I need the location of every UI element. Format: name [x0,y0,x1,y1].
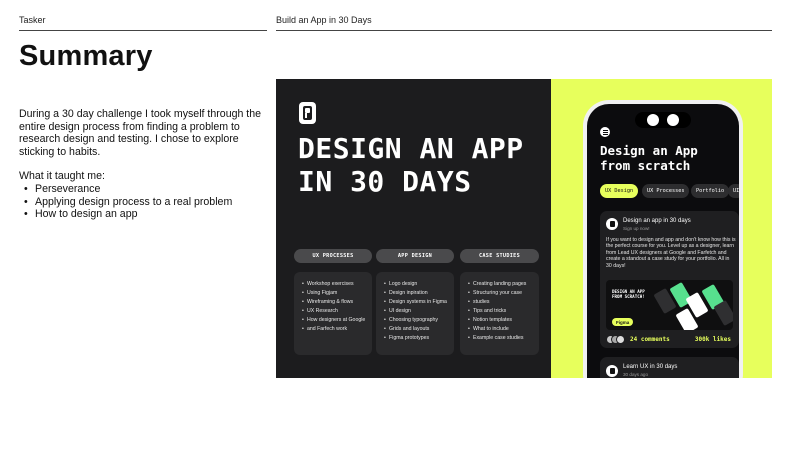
chip-portfolio: Portfolio [691,184,730,198]
list-item: How to design an app [24,208,267,221]
column-label-ux-processes: UX PROCESSES [294,249,372,263]
project-name: Tasker [19,15,46,25]
list-item: Grids and layouts [384,325,448,334]
list-item: Creating landing pages [468,280,533,289]
list-item: and Farfech work [302,325,366,334]
post-title: Learn UX in 30 days [623,364,678,370]
camera-icon [635,112,691,128]
list-item: What to include [468,325,533,334]
hero-image: DESIGN AN APP IN 30 DAYS UX PROCESSES AP… [276,79,772,378]
phone-mockup: Design an App from scratch UX Design UX … [583,100,743,378]
post-subtitle: Sign up now! [623,226,650,231]
list-item: Figma prototypes [384,334,448,343]
list-item: Using Figjam [302,289,366,298]
column-card-app-design: Logo design Design inpiration Design sys… [376,272,454,355]
chip-ui: UI [728,184,739,198]
avatar-group [606,335,626,344]
header-divider-left [19,30,267,31]
comments-count: 24 comments [630,336,670,343]
list-item: UI design [384,307,448,316]
list-item: Example case studies [468,334,533,343]
thumbnail-text: DESIGN AN APP FROM SCRATCH! [612,289,645,299]
avatar [606,365,618,377]
phone-screen: Design an App from scratch UX Design UX … [587,104,739,378]
chip-ux-processes: UX Processes [642,184,690,198]
list-item: How designers at Google [302,316,366,325]
list-item: Design inpiration [384,289,448,298]
summary-text: During a 30 day challenge I took myself … [19,108,267,221]
likes-count: 300k likes [694,336,731,343]
menu-icon [600,127,610,137]
section-name: Build an App in 30 Days [276,15,372,25]
chip-ux-design: UX Design [600,184,639,198]
app-logo-icon [299,102,316,124]
list-item: Design systems in Figma [384,298,448,307]
list-item: Choosing typography [384,316,448,325]
column-card-ux-processes: Workshop exercises Using Figjam Wirefram… [294,272,372,355]
post-thumbnail: DESIGN AN APP FROM SCRATCH! Figma [606,280,733,330]
phone-title: Design an App from scratch [600,143,698,173]
hero-accent-panel: Design an App from scratch UX Design UX … [551,79,772,378]
hero-title: DESIGN AN APP IN 30 DAYS [298,132,524,198]
post-subtitle: 30 days ago [623,372,649,377]
list-item: Perseverance [24,183,267,196]
avatar [606,218,618,230]
post-card: Learn UX in 30 days 30 days ago [600,357,739,378]
list-item: Workshop exercises [302,280,366,289]
thumbnail-tile [713,299,733,327]
taught-heading: What it taught me: [19,170,105,183]
list-item: Logo design [384,280,448,289]
column-label-case-studies: CASE STUDIES [460,249,539,263]
post-body: If you want to design and app and don't … [606,237,736,269]
list-item: Applying design process to a real proble… [24,196,267,209]
list-item: UX Research [302,307,366,316]
page-title: Summary [19,40,153,72]
post-title: Design an app in 30 days [623,218,691,224]
list-item: Structuring your case [468,289,533,298]
figma-badge: Figma [612,318,634,326]
column-label-app-design: APP DESIGN [376,249,454,263]
hero-dark-panel: DESIGN AN APP IN 30 DAYS UX PROCESSES AP… [276,79,551,378]
list-item: Wireframing & flows [302,298,366,307]
list-item: studies [468,298,533,307]
taught-list: Perseverance Applying design process to … [19,183,267,221]
column-card-case-studies: Creating landing pages Structuring your … [460,272,539,355]
list-item: Notion templates [468,316,533,325]
post-card: Design an app in 30 days Sign up now! If… [600,211,739,348]
header-divider-right [276,30,772,31]
summary-paragraph: During a 30 day challenge I took myself … [19,108,262,158]
list-item: Tips and tricks [468,307,533,316]
